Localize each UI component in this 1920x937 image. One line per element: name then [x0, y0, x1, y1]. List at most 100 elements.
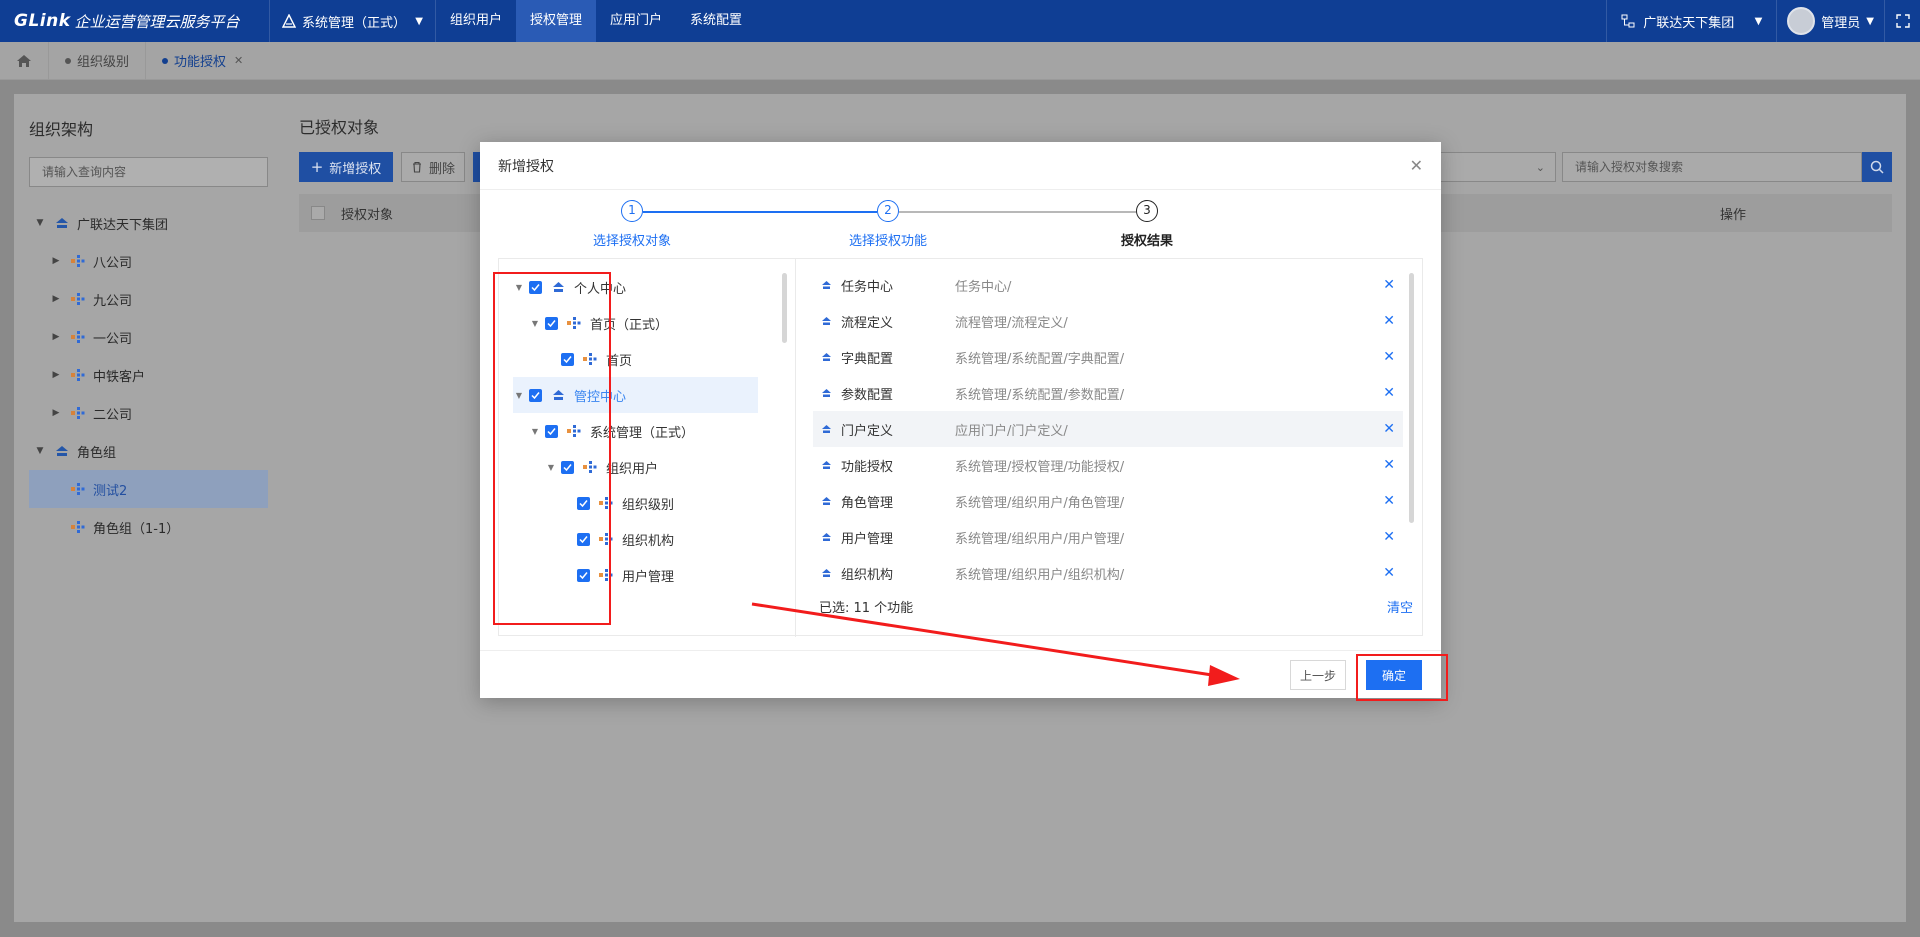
- nav-app-portal[interactable]: 应用门户: [596, 0, 676, 42]
- tree-item[interactable]: 角色组（1-1）: [29, 508, 268, 546]
- selected-function-row: 字典配置 系统管理/系统配置/字典配置/ ✕: [813, 339, 1403, 375]
- object-search-input[interactable]: 请输入授权对象搜索: [1562, 152, 1862, 182]
- delete-button[interactable]: 删除: [401, 152, 465, 182]
- remove-icon[interactable]: ✕: [1383, 529, 1395, 545]
- expand-arrow-icon[interactable]: ▼: [33, 446, 47, 456]
- user-menu[interactable]: 管理员 ▼: [1776, 0, 1884, 42]
- function-path: 系统管理/组织用户/用户管理/: [955, 531, 1125, 547]
- home-icon: [17, 54, 31, 67]
- function-path: 任务中心/: [955, 279, 1012, 295]
- caret-down-icon: ▼: [415, 15, 423, 27]
- org-select-label: 广联达天下集团: [1643, 15, 1735, 31]
- step-label[interactable]: 选择授权对象: [593, 230, 671, 249]
- org-node-icon: [69, 368, 87, 382]
- remove-icon[interactable]: ✕: [1383, 421, 1395, 437]
- fullscreen-icon: [1895, 14, 1910, 28]
- remove-icon[interactable]: ✕: [1383, 313, 1395, 329]
- search-icon: [1870, 160, 1884, 174]
- remove-icon[interactable]: ✕: [1383, 457, 1395, 473]
- function-tree-label: 用户管理: [622, 569, 675, 585]
- org-tree-icon: [1621, 14, 1635, 28]
- module-icon: [821, 532, 835, 542]
- top-bar: GLink 企业运营管理云服务平台 系统管理（正式） ▼ 组织用户 授权管理 应…: [0, 0, 1920, 42]
- function-path: 系统管理/组织用户/角色管理/: [955, 495, 1125, 511]
- org-select[interactable]: 广联达天下集团 ▼: [1606, 0, 1776, 42]
- add-auth-button[interactable]: + 新增授权: [299, 152, 393, 182]
- tree-label: 八公司: [93, 255, 133, 271]
- dialog-header: 新增授权 ✕: [480, 142, 1441, 190]
- tab-org-level[interactable]: 组织级别: [48, 41, 145, 80]
- org-structure-panel: 组织架构 请输入查询内容 ▼ 广联达天下集团 ▶ 八公司 ▶ 九公司 ▶ 一公司…: [14, 94, 284, 922]
- tab-function-auth[interactable]: 功能授权 ✕: [145, 41, 259, 80]
- function-path: 应用门户/门户定义/: [955, 423, 1068, 439]
- fullscreen-button[interactable]: [1884, 0, 1920, 42]
- function-tree-label: 组织级别: [622, 497, 675, 513]
- dialog-body: ▼ 个人中心 ▼ 首页（正式） 首页 ▼ 管控中心 ▼ 系统管理（正式） ▼ 组…: [498, 258, 1423, 637]
- tree-label: 二公司: [93, 407, 133, 423]
- expand-arrow-icon[interactable]: ▶: [49, 256, 63, 266]
- remove-icon[interactable]: ✕: [1383, 493, 1395, 509]
- tree-item[interactable]: ▶ 一公司: [29, 318, 268, 356]
- selected-function-row: 角色管理 系统管理/组织用户/角色管理/ ✕: [813, 483, 1403, 519]
- remove-icon[interactable]: ✕: [1383, 565, 1395, 581]
- select-all-checkbox[interactable]: [311, 206, 325, 220]
- tree-item[interactable]: ▶ 八公司: [29, 242, 268, 280]
- step-number: 1: [621, 200, 643, 222]
- close-icon[interactable]: ✕: [234, 54, 243, 67]
- org-root-icon: [53, 216, 71, 230]
- tree-label: 一公司: [93, 331, 133, 347]
- tree-item-selected[interactable]: 测试2: [29, 470, 268, 508]
- selected-function-row: 任务中心 任务中心/ ✕: [813, 267, 1403, 303]
- system-select[interactable]: 系统管理（正式） ▼: [270, 0, 436, 42]
- panel-title: 组织架构: [29, 120, 94, 139]
- nav-org-users[interactable]: 组织用户: [436, 0, 516, 42]
- module-icon: [821, 424, 835, 434]
- org-search-input[interactable]: 请输入查询内容: [29, 157, 268, 187]
- expand-arrow-icon[interactable]: ▶: [49, 408, 63, 418]
- search-button[interactable]: [1862, 152, 1892, 182]
- remove-icon[interactable]: ✕: [1383, 277, 1395, 293]
- logo-mark: GLink: [14, 11, 71, 31]
- home-button[interactable]: [0, 54, 48, 68]
- step-label[interactable]: 选择授权功能: [849, 230, 927, 249]
- step-number: 2: [877, 200, 899, 222]
- module-icon: [821, 280, 835, 290]
- expand-arrow-icon[interactable]: ▶: [49, 370, 63, 380]
- org-node-icon: [69, 520, 87, 534]
- org-tree: ▼ 广联达天下集团 ▶ 八公司 ▶ 九公司 ▶ 一公司 ▶ 中铁客户 ▶ 二公司: [29, 204, 268, 546]
- caret-down-icon: ▼: [1754, 15, 1763, 27]
- annotation-highlight-box: [1356, 654, 1448, 701]
- tree-item[interactable]: ▼ 广联达天下集团: [29, 204, 268, 242]
- expand-arrow-icon[interactable]: ▶: [49, 294, 63, 304]
- tree-item[interactable]: ▶ 中铁客户: [29, 356, 268, 394]
- selected-function-row: 组织机构 系统管理/组织用户/组织机构/ ✕: [813, 555, 1403, 591]
- tree-label: 角色组（1-1）: [93, 521, 180, 537]
- function-path: 系统管理/系统配置/字典配置/: [955, 351, 1125, 367]
- scrollbar-thumb[interactable]: [1409, 273, 1414, 523]
- caret-down-icon: ▼: [1866, 15, 1874, 27]
- selected-function-row: 功能授权 系统管理/授权管理/功能授权/ ✕: [813, 447, 1403, 483]
- nav-system-config[interactable]: 系统配置: [676, 0, 756, 42]
- nav-auth-management[interactable]: 授权管理: [516, 0, 597, 42]
- close-icon[interactable]: ✕: [1410, 156, 1423, 175]
- system-select-label: 系统管理（正式）: [302, 15, 407, 31]
- remove-icon[interactable]: ✕: [1383, 349, 1395, 365]
- top-right-area: 广联达天下集团 ▼ 管理员 ▼: [1606, 0, 1920, 42]
- step-connector: [643, 211, 877, 213]
- tree-item[interactable]: ▼ 角色组: [29, 432, 268, 470]
- delete-label: 删除: [428, 161, 455, 177]
- chevron-down-icon: ⌄: [1535, 161, 1545, 174]
- org-node-icon: [69, 254, 87, 268]
- tree-item[interactable]: ▶ 九公司: [29, 280, 268, 318]
- scrollbar-thumb[interactable]: [782, 273, 787, 343]
- expand-arrow-icon[interactable]: ▶: [49, 332, 63, 342]
- tree-item[interactable]: ▶ 二公司: [29, 394, 268, 432]
- remove-icon[interactable]: ✕: [1383, 385, 1395, 401]
- app-logo[interactable]: GLink 企业运营管理云服务平台: [0, 0, 270, 42]
- prev-step-button[interactable]: 上一步: [1290, 660, 1346, 690]
- function-name: 字典配置: [841, 351, 894, 367]
- org-root-icon: [53, 444, 71, 458]
- expand-arrow-icon[interactable]: ▼: [33, 218, 47, 228]
- clear-link[interactable]: 清空: [1387, 597, 1413, 616]
- selected-function-row: 用户管理 系统管理/组织用户/用户管理/ ✕: [813, 519, 1403, 555]
